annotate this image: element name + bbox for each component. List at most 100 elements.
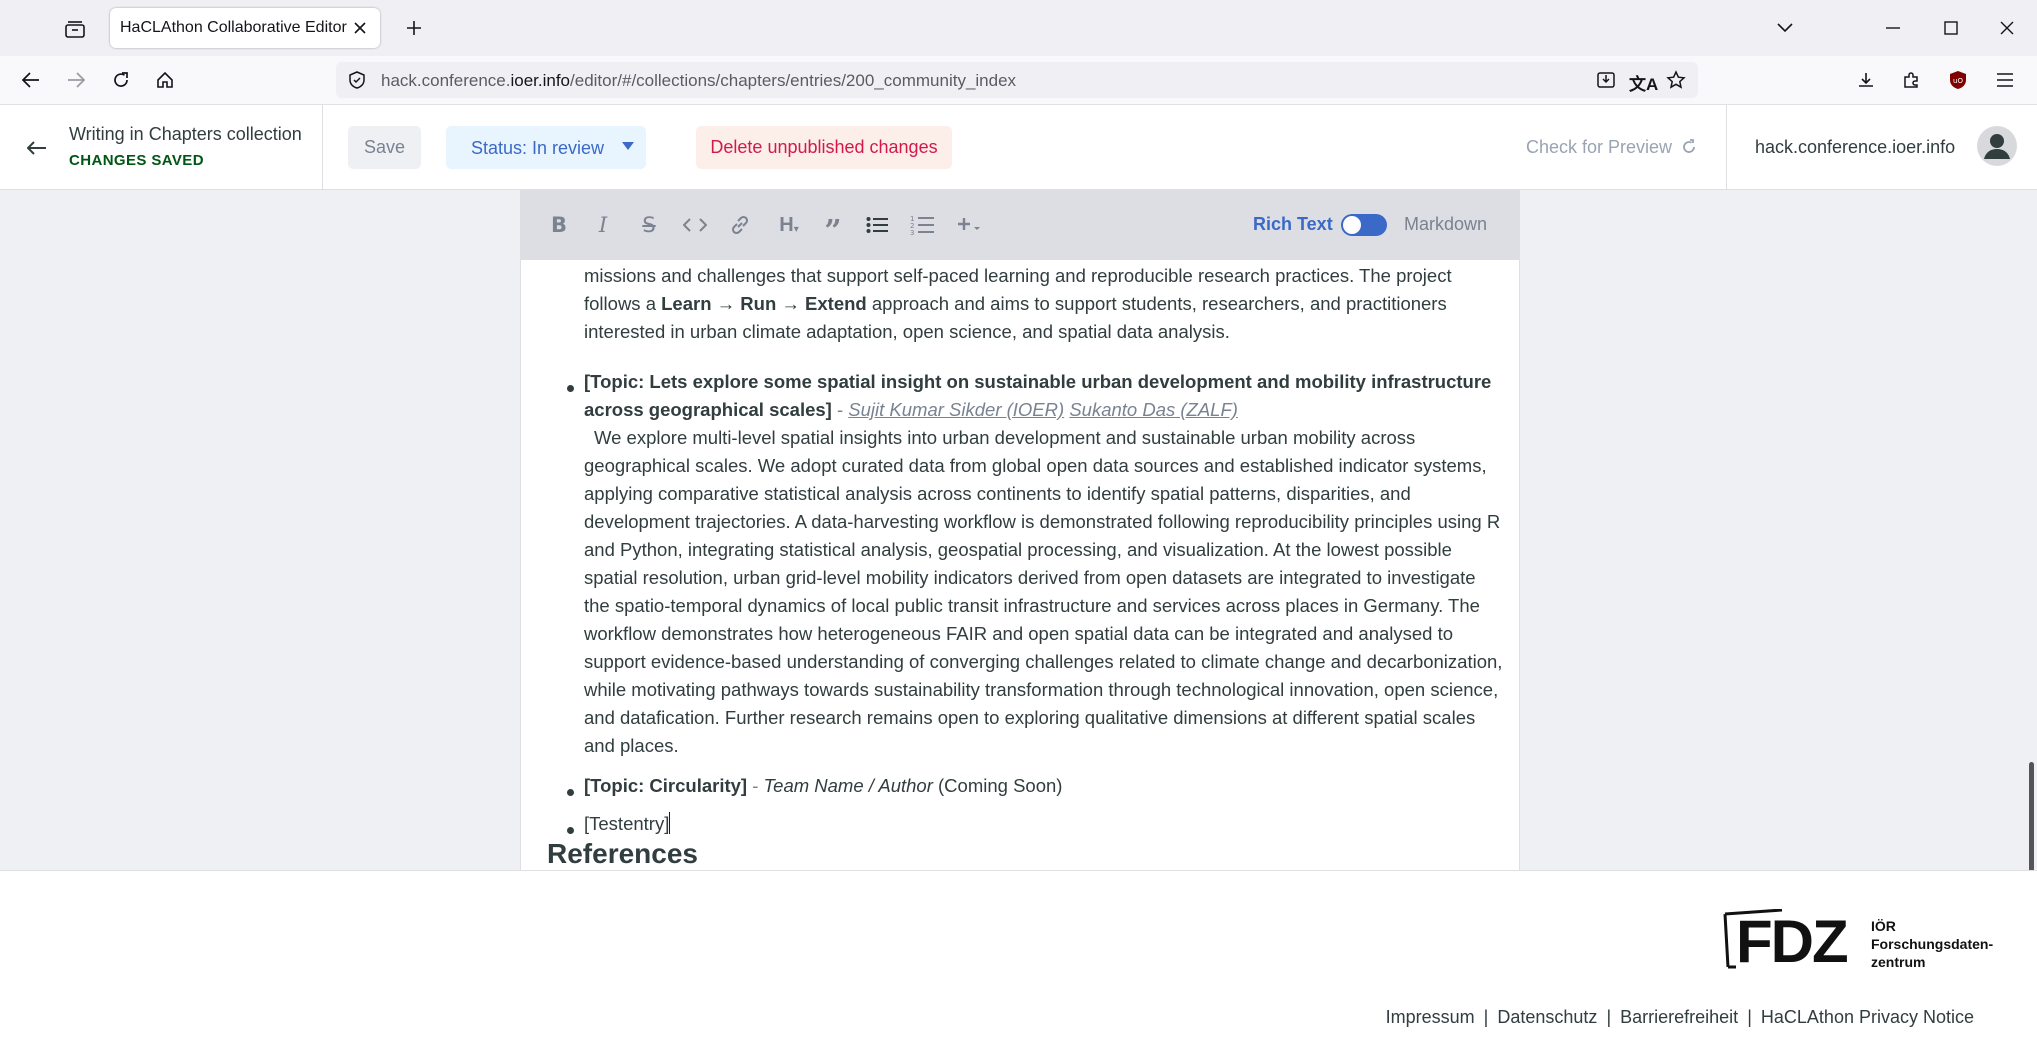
author-link-sikder[interactable]: Sujit Kumar Sikder (IOER) [848, 399, 1064, 420]
item2-author: Team Name / Author [763, 775, 933, 796]
intro-line-2: follows a Learn → Run → Extend approach … [584, 290, 1504, 318]
item3-text: [Testentry] [584, 813, 670, 834]
strikethrough-icon[interactable]: S [633, 210, 665, 240]
forward-arrow-icon[interactable] [59, 64, 93, 96]
save-status-label: CHANGES SAVED [69, 152, 204, 169]
markdown-mode-label[interactable]: Markdown [1404, 214, 1487, 235]
menu-hamburger-icon[interactable] [1988, 64, 2022, 96]
save-page-icon[interactable] [1596, 70, 1616, 95]
refresh-icon [1683, 139, 1695, 153]
footer-separator: | [1483, 1007, 1489, 1027]
footer-links: Impressum | Datenschutz | Barrierefreihe… [1386, 1007, 1974, 1028]
header-divider [322, 105, 323, 189]
url-prefix: hack.conference. [381, 71, 511, 90]
item1-body: We explore multi-level spatial insights … [584, 427, 1503, 756]
arrow-1: → [711, 293, 741, 314]
bold-icon[interactable]: B [543, 210, 575, 240]
site-link[interactable]: hack.conference.ioer.info [1755, 137, 1955, 158]
url-text: hack.conference.ioer.info/editor/#/colle… [381, 71, 1016, 91]
intro-post: approach and aims to support students, r… [866, 293, 1447, 314]
quote-icon[interactable]: ” [817, 210, 849, 247]
privacy-notice-link[interactable]: HaCLAthon Privacy Notice [1761, 1007, 1974, 1027]
delete-unpublished-button[interactable]: Delete unpublished changes [696, 126, 952, 169]
code-icon[interactable] [679, 210, 711, 240]
heading-dropdown-icon[interactable]: H ▾ [769, 210, 809, 240]
barrierefreiheit-link[interactable]: Barrierefreiheit [1620, 1007, 1738, 1027]
bookmark-star-icon[interactable] [1666, 70, 1686, 95]
new-tab-plus-icon[interactable] [400, 14, 428, 42]
numbered-list-icon[interactable]: 123 [906, 210, 938, 240]
footer-separator: | [1747, 1007, 1752, 1027]
site-info-shield-icon[interactable] [348, 71, 366, 94]
status-label: Status: In review [471, 138, 605, 158]
fdz-logo-text: FDZ [1736, 908, 1849, 975]
svg-text:uO: uO [1953, 77, 1963, 85]
bulleted-list-icon[interactable] [861, 210, 893, 240]
intro-line-1: missions and challenges that support sel… [584, 265, 1452, 286]
check-preview-label: Check for Preview [1526, 137, 1673, 157]
item1-dash: - [831, 399, 849, 420]
toggle-knob [1343, 216, 1361, 234]
check-preview-button[interactable]: Check for Preview [1526, 137, 1697, 158]
learn-bold: Learn [661, 293, 712, 314]
fdz-logo-subtitle: IÖR Forschungsdaten- zentrum [1871, 917, 1993, 971]
tab-overflow-chevron-icon[interactable] [1768, 14, 1802, 42]
footer-separator: | [1606, 1007, 1612, 1027]
url-path: /editor/#/collections/chapters/entries/2… [570, 71, 1017, 90]
list-item-spatial-insight: [Topic: Lets explore some spatial insigh… [584, 368, 1504, 760]
italic-icon[interactable]: I [587, 210, 619, 240]
item2-note: (Coming Soon) [932, 775, 1063, 796]
rich-text-editor[interactable]: B I S H ▾ ” 123 Rich Text Markdown missi… [520, 190, 1520, 870]
intro-line-3: interested in urban climate adaptation, … [584, 321, 1230, 342]
list-item-circularity: [Topic: Circularity] - Team Name / Autho… [584, 772, 1504, 800]
extend-bold: Extend [805, 293, 867, 314]
close-window-icon[interactable] [1990, 14, 2024, 42]
minimize-icon[interactable] [1876, 14, 1910, 42]
author-link-das[interactable]: Sukanto Das (ZALF) [1069, 399, 1238, 420]
back-arrow-icon[interactable] [14, 64, 48, 96]
browser-tab-active[interactable]: HaCLAthon Collaborative Editor [110, 8, 380, 48]
close-tab-icon[interactable] [350, 18, 370, 38]
editor-toolbar: B I S H ▾ ” 123 Rich Text Markdown [521, 190, 1519, 260]
impressum-link[interactable]: Impressum [1386, 1007, 1475, 1027]
add-component-plus-icon[interactable] [951, 210, 987, 240]
intro-pre: follows a [584, 293, 662, 314]
list-bullet [567, 827, 574, 834]
references-heading: References [547, 838, 698, 869]
back-to-collection-arrow-icon[interactable] [18, 131, 56, 165]
cms-header: Writing in Chapters collection CHANGES S… [0, 105, 2037, 190]
reload-icon[interactable] [104, 64, 138, 96]
item2-title: [Topic: Circularity] [584, 775, 748, 796]
tab-title: HaCLAthon Collaborative Editor [120, 19, 347, 36]
extensions-puzzle-icon[interactable] [1894, 64, 1928, 96]
downloads-icon[interactable] [1849, 64, 1883, 96]
logo-sub-1: IÖR [1871, 918, 1896, 934]
rich-text-mode-label[interactable]: Rich Text [1253, 214, 1333, 235]
url-domain: ioer.info [510, 71, 571, 90]
maximize-icon[interactable] [1934, 14, 1968, 42]
text-cursor [669, 812, 671, 834]
status-dropdown[interactable]: Status: In review [446, 126, 646, 169]
list-bullet [567, 385, 574, 392]
translate-icon[interactable]: 文A [1629, 70, 1658, 95]
list-bullet [567, 789, 574, 796]
intro-paragraph-continued: missions and challenges that support sel… [584, 262, 1504, 346]
collection-title[interactable]: Writing in Chapters collection [69, 124, 302, 145]
url-bar[interactable]: hack.conference.ioer.info/editor/#/colle… [336, 62, 1698, 98]
user-avatar-icon[interactable] [1976, 125, 2018, 167]
item2-dash: - [747, 775, 764, 796]
link-icon[interactable] [724, 210, 756, 240]
header-divider [1726, 105, 1727, 189]
ublock-shield-icon[interactable]: uO [1941, 64, 1975, 96]
markdown-toggle-switch[interactable] [1341, 214, 1387, 236]
home-icon[interactable] [148, 64, 182, 96]
save-button[interactable]: Save [348, 126, 421, 169]
tab-list-icon[interactable] [58, 14, 92, 44]
arrow-2: → [776, 293, 806, 314]
fdz-logo: FDZ IÖR Forschungsdaten- zentrum [1722, 907, 2012, 977]
run-bold: Run [740, 293, 777, 314]
editor-content[interactable]: missions and challenges that support sel… [521, 260, 1519, 870]
list-item-testentry: [Testentry] [584, 810, 1504, 838]
svg-text:3: 3 [910, 229, 914, 235]
datenschutz-link[interactable]: Datenschutz [1497, 1007, 1597, 1027]
